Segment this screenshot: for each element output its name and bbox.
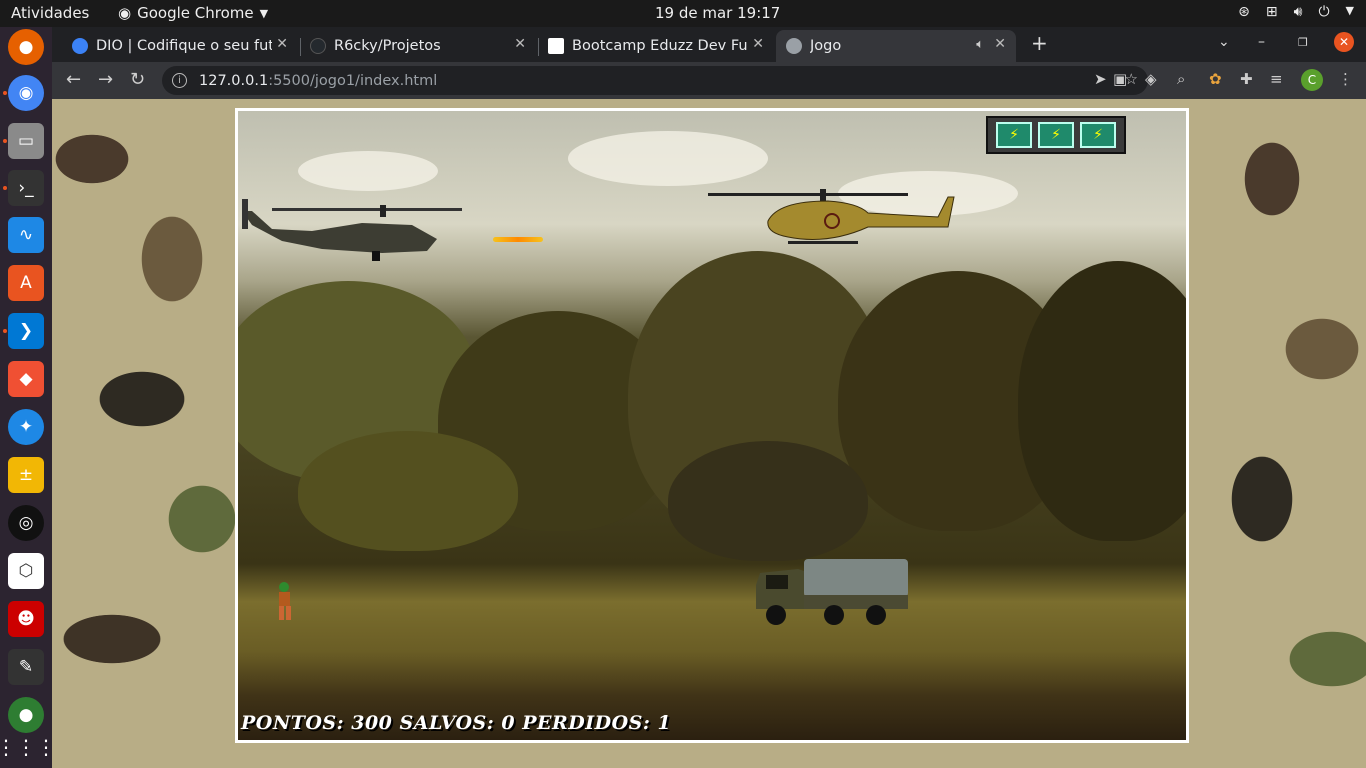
app-menu[interactable]: ◉ Google Chrome ▼ xyxy=(118,4,268,22)
software-center-icon[interactable]: A xyxy=(8,265,44,301)
player-helicopter xyxy=(242,199,462,261)
player-shot xyxy=(493,237,543,242)
maximize-icon[interactable]: ❐ xyxy=(1298,36,1308,49)
obs-icon[interactable]: ◎ xyxy=(8,505,44,541)
ubuntu-dock: ● ◉ ▭ ›_ ∿ A ❯ ◆ ✦ ± ◎ ⬡ ☻ ✎ ● ⋮⋮⋮ xyxy=(0,27,56,768)
dio-favicon-icon xyxy=(72,38,88,54)
kebab-menu-icon[interactable]: ⋮ xyxy=(1338,70,1353,88)
app-name: Google Chrome xyxy=(137,4,254,22)
tab-title: Bootcamp Eduzz Dev Fullt xyxy=(572,38,748,54)
tab-jogo[interactable]: Jogo 🔈︎ ✕ xyxy=(776,30,1016,62)
tab-title: DIO | Codifique o seu futu xyxy=(96,38,272,54)
bootcamp-favicon-icon xyxy=(548,38,564,54)
gimp-icon[interactable]: ✎ xyxy=(8,649,44,685)
files-icon[interactable]: ▭ xyxy=(8,123,44,159)
score-text: PONTOS: 300 SALVOS: 0 PERDIDOS: 1 xyxy=(241,712,672,734)
network-icon[interactable]: ⊞ xyxy=(1266,4,1278,20)
firefox-icon[interactable]: ● xyxy=(8,29,44,65)
url-host: 127.0.0.1 xyxy=(199,72,269,89)
globe-icon xyxy=(786,38,802,54)
clock[interactable]: 19 de mar 19:17 xyxy=(655,4,780,22)
chrome-app-icon: ◉ xyxy=(118,4,132,22)
page-background: ⚡ ⚡ ⚡ PONTOS: 300 SALVOS: 0 PERDIDOS: 1 xyxy=(52,99,1366,768)
new-tab-icon[interactable]: + xyxy=(1031,31,1048,55)
forward-icon[interactable]: → xyxy=(98,69,113,90)
extension-icon[interactable]: ✿ xyxy=(1209,70,1222,88)
close-icon[interactable]: ✕ xyxy=(514,36,526,52)
extension-search-icon[interactable]: ⌕ xyxy=(1177,70,1185,88)
browser-icon[interactable]: ✦ xyxy=(8,409,44,445)
terminal-icon[interactable]: ›_ xyxy=(8,170,44,206)
address-bar[interactable]: i 127.0.0.1 :5500/jogo1/index.html ➤ ☆ xyxy=(162,66,1148,95)
media-control-icon[interactable]: ≡ xyxy=(1270,70,1283,88)
extension-icon[interactable]: ▣ xyxy=(1113,70,1127,88)
system-tray[interactable]: ⊛ ⊞ 🔊︎ ⏻ ▼ xyxy=(1238,4,1354,20)
tab-title: R6cky/Projetos xyxy=(334,38,441,54)
chevron-down-icon: ▼ xyxy=(259,6,269,20)
url-path: :5500/jogo1/index.html xyxy=(268,72,438,89)
trees xyxy=(298,431,518,551)
life-energy-icon: ⚡ xyxy=(1080,122,1116,148)
cloud xyxy=(298,151,438,191)
reload-icon[interactable]: ↻ xyxy=(130,69,145,90)
chrome-tab-strip: DIO | Codifique o seu futu ✕ R6cky/Proje… xyxy=(52,27,1366,62)
game-canvas[interactable]: ⚡ ⚡ ⚡ PONTOS: 300 SALVOS: 0 PERDIDOS: 1 xyxy=(235,108,1189,743)
tab-dio[interactable]: DIO | Codifique o seu futu ✕ xyxy=(62,30,298,62)
minimize-icon[interactable]: – xyxy=(1258,34,1265,50)
back-icon[interactable]: ← xyxy=(66,69,81,90)
accessibility-icon[interactable]: ⊛ xyxy=(1238,4,1250,20)
trees xyxy=(1018,261,1186,541)
system-top-bar: Atividades ◉ Google Chrome ▼ 19 de mar 1… xyxy=(0,0,1366,27)
tab-bootcamp[interactable]: Bootcamp Eduzz Dev Fullt ✕ xyxy=(538,30,774,62)
tab-title: Jogo xyxy=(810,38,842,54)
vscode-icon[interactable]: ❯ xyxy=(8,313,44,349)
trees xyxy=(668,441,868,561)
git-icon[interactable]: ◆ xyxy=(8,361,44,397)
chrome-icon[interactable]: ◉ xyxy=(8,75,44,111)
extension-icon[interactable]: ◈ xyxy=(1145,70,1157,88)
power-icon[interactable]: ⏻ xyxy=(1318,4,1329,20)
chevron-down-icon[interactable]: ▼ xyxy=(1346,4,1354,20)
chrome-toolbar: ← → ↻ i 127.0.0.1 :5500/jogo1/index.html… xyxy=(52,62,1366,99)
activities-button[interactable]: Atividades xyxy=(11,4,89,22)
close-icon[interactable]: ✕ xyxy=(752,36,764,52)
app-icon[interactable]: ● xyxy=(8,697,44,733)
site-info-icon[interactable]: i xyxy=(172,73,187,88)
game-app-icon[interactable]: ☻ xyxy=(8,601,44,637)
truck-friendly xyxy=(756,559,908,625)
system-monitor-icon[interactable]: ∿ xyxy=(8,217,44,253)
enemy-helicopter xyxy=(708,189,955,244)
show-apps-icon[interactable]: ⋮⋮⋮ xyxy=(0,729,56,765)
life-energy-icon: ⚡ xyxy=(996,122,1032,148)
github-favicon-icon xyxy=(310,38,326,54)
hostage-soldier xyxy=(279,582,291,620)
calculator-icon[interactable]: ± xyxy=(8,457,44,493)
close-icon[interactable]: ✕ xyxy=(276,36,288,52)
lives-indicator: ⚡ ⚡ ⚡ xyxy=(986,116,1126,154)
send-icon[interactable]: ➤ xyxy=(1094,70,1107,88)
volume-icon[interactable]: 🔊︎ xyxy=(1294,4,1303,20)
network-tool-icon[interactable]: ⬡ xyxy=(8,553,44,589)
profile-avatar[interactable]: C xyxy=(1301,69,1323,91)
audio-playing-icon[interactable]: 🔈︎ xyxy=(976,37,984,52)
cloud xyxy=(568,131,768,186)
extensions-puzzle-icon[interactable]: ✚ xyxy=(1240,70,1253,88)
close-icon[interactable]: ✕ xyxy=(994,36,1006,52)
tab-search-icon[interactable]: ⌄ xyxy=(1218,34,1230,50)
life-energy-icon: ⚡ xyxy=(1038,122,1074,148)
close-window-icon[interactable]: ✕ xyxy=(1334,32,1354,52)
tab-github[interactable]: R6cky/Projetos ✕ xyxy=(300,30,536,62)
